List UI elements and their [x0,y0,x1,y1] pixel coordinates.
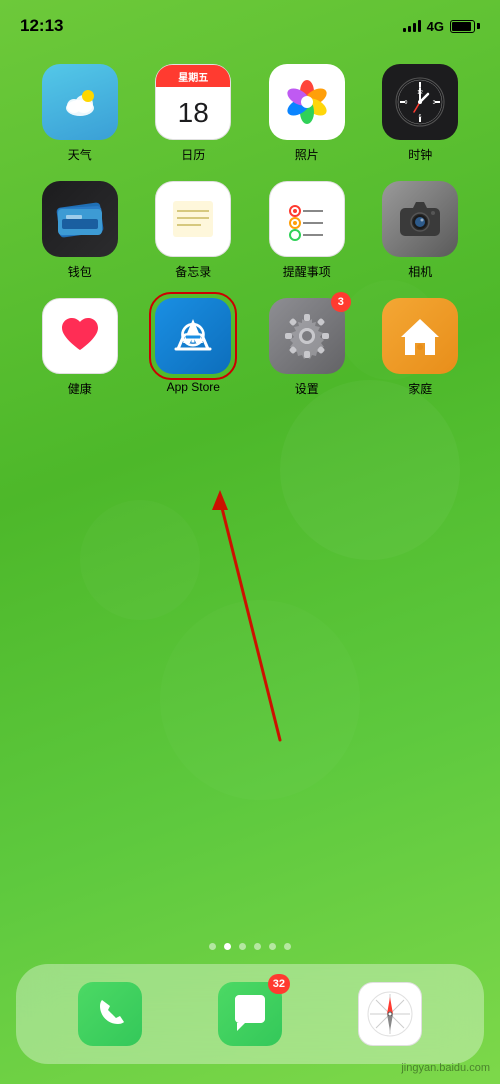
app-icon-calendar: 星期五 18 [155,64,231,140]
app-label-weather: 天气 [68,146,92,163]
app-reminders[interactable]: 提醒事项 [255,181,359,280]
app-icon-settings: 3 [269,298,345,374]
dot-4 [254,943,261,950]
dock-messages[interactable]: 32 [218,982,282,1046]
dot-5 [269,943,276,950]
app-clock[interactable]: 12 3 6 9 时钟 [369,64,473,163]
app-home[interactable]: 家庭 [369,298,473,397]
app-icon-weather [42,64,118,140]
app-icon-clock: 12 3 6 9 [382,64,458,140]
app-icon-reminders [269,181,345,257]
carrier-label: 4G [427,19,444,34]
svg-text:9: 9 [405,100,408,106]
dock-icon-safari [358,982,422,1046]
settings-badge: 3 [331,292,351,312]
app-label-settings: 设置 [295,380,319,397]
app-health[interactable]: 健康 [28,298,132,397]
app-icon-appstore: ⊕ [155,298,231,374]
watermark: jingyan.baidu.com [401,1062,490,1074]
app-label-photos: 照片 [295,146,319,163]
status-bar: 12:13 4G [0,0,500,44]
dock-phone[interactable] [78,982,142,1046]
app-icon-health [42,298,118,374]
app-label-home: 家庭 [408,380,432,397]
app-label-wallet: 钱包 [68,263,92,280]
app-grid: 天气 星期五 18 日历 [0,44,500,417]
svg-text:12: 12 [417,90,423,96]
dock-icon-phone [78,982,142,1046]
app-label-health: 健康 [68,380,92,397]
app-wallet[interactable]: 钱包 [28,181,132,280]
app-label-reminders: 提醒事项 [283,263,331,280]
app-label-clock: 时钟 [408,146,432,163]
dot-1 [209,943,216,950]
messages-badge: 32 [268,974,290,994]
signal-icon [403,20,421,32]
app-icon-notes [155,181,231,257]
app-photos[interactable]: 照片 [255,64,359,163]
app-icon-wallet [42,181,118,257]
app-settings[interactable]: 3 设置 [255,298,359,397]
app-calendar[interactable]: 星期五 18 日历 [142,64,246,163]
status-time: 12:13 [20,16,63,36]
dot-6 [284,943,291,950]
app-label-notes: 备忘录 [175,263,211,280]
app-appstore[interactable]: ⊕ App Store [142,298,246,397]
dot-2 [224,943,231,950]
arrow-annotation [190,480,310,760]
app-icon-home [382,298,458,374]
dock: 32 [16,964,484,1064]
svg-text:6: 6 [419,114,422,120]
app-icon-photos [269,64,345,140]
status-icons: 4G [403,19,480,34]
dock-safari[interactable] [358,982,422,1046]
calendar-day-name: 星期五 [178,69,208,84]
app-label-appstore: App Store [167,380,220,394]
app-icon-camera [382,181,458,257]
app-label-calendar: 日历 [181,146,205,163]
page-dots [0,943,500,950]
app-weather[interactable]: 天气 [28,64,132,163]
battery-icon [450,20,480,33]
app-camera[interactable]: 相机 [369,181,473,280]
svg-text:3: 3 [433,100,436,106]
app-label-camera: 相机 [408,263,432,280]
calendar-day-num: 18 [178,97,209,129]
dot-3 [239,943,246,950]
app-notes[interactable]: 备忘录 [142,181,246,280]
